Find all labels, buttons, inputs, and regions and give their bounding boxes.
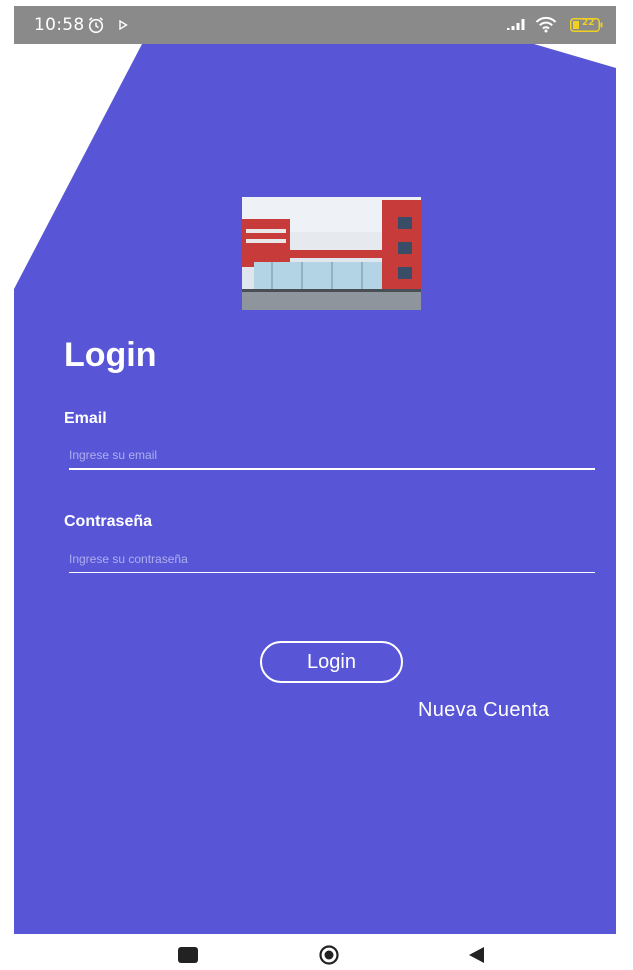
navigation-bar	[0, 934, 633, 970]
battery-level-text: 22	[582, 18, 595, 28]
password-label: Contraseña	[64, 513, 153, 530]
home-icon[interactable]	[318, 944, 340, 966]
background-shape	[14, 44, 616, 934]
new-account-link[interactable]: Nueva Cuenta	[418, 699, 549, 722]
email-input[interactable]	[69, 442, 595, 470]
login-screen: Login Email Contraseña Login Nueva Cuent…	[14, 44, 616, 934]
status-time: 10:58	[34, 15, 85, 35]
signal-icon	[507, 19, 525, 30]
wifi-icon	[535, 16, 557, 33]
alarm-icon	[88, 17, 104, 34]
email-label: Email	[64, 410, 107, 427]
battery-icon: 22	[570, 18, 604, 32]
recents-icon[interactable]	[176, 946, 200, 964]
login-button[interactable]: Login	[260, 641, 403, 683]
page-title: Login	[64, 336, 157, 374]
status-bar: 10:58 22	[14, 6, 616, 44]
back-icon[interactable]	[466, 945, 486, 965]
building-photo	[242, 197, 421, 310]
play-icon	[119, 20, 128, 30]
password-input[interactable]	[69, 545, 595, 573]
